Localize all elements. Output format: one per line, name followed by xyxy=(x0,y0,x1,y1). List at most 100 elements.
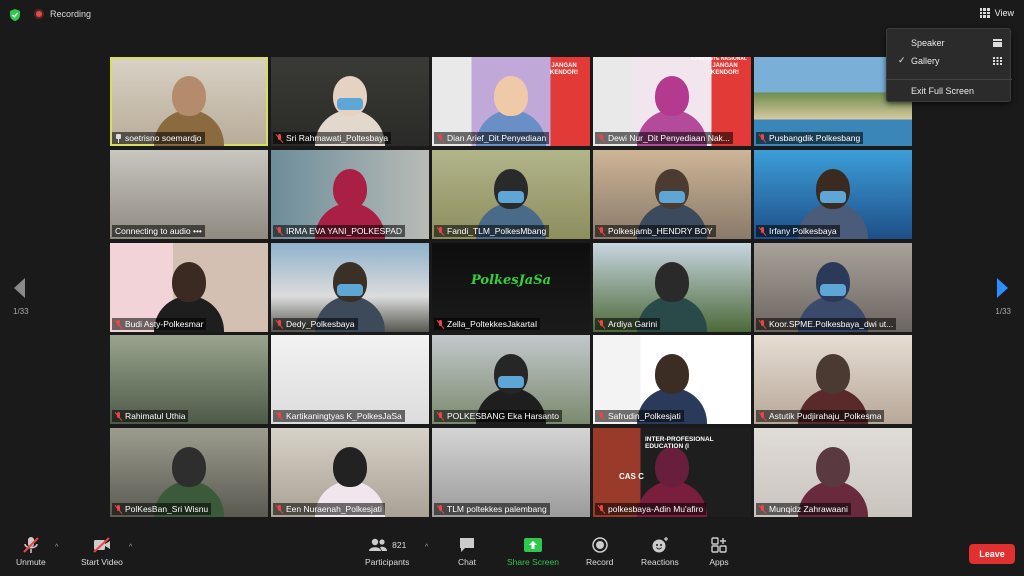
muted-microphone-icon xyxy=(276,319,283,329)
participant-tile[interactable]: Budi Asty-Polkesmar xyxy=(110,243,268,332)
participant-tile[interactable]: Kartikaningtyas K_PolkesJaSa xyxy=(271,335,429,424)
face-mask xyxy=(498,376,524,388)
participant-name-tag: Budi Asty-Polkesmar xyxy=(112,318,207,330)
menu-divider xyxy=(887,79,1012,80)
chat-button[interactable]: Chat xyxy=(457,536,477,567)
participant-tile[interactable]: INTER-PROFESIONAL EDUCATION (I CAS C polke… xyxy=(593,428,751,517)
reactions-button[interactable]: Reactions xyxy=(641,536,679,567)
muted-microphone-icon xyxy=(598,411,605,421)
participant-tile[interactable]: soetrisno soemardjo xyxy=(110,57,268,146)
participant-tile[interactable]: PolkesJaSa Zella_PoltekkesJakartaI xyxy=(432,243,590,332)
menu-item-gallery[interactable]: ✓ Gallery xyxy=(887,53,1012,69)
share-screen-button[interactable]: Share Screen xyxy=(507,536,559,567)
shield-icon[interactable] xyxy=(8,8,22,22)
apps-icon xyxy=(711,537,727,553)
participant-tile[interactable]: Safrudin_Polkesjati xyxy=(593,335,751,424)
ipe-slide-subtitle: CAS C xyxy=(619,472,644,481)
participant-tile[interactable]: Fandi_TLM_PolkesMbang xyxy=(432,150,590,239)
top-bar: Recording View xyxy=(0,0,1024,30)
share-screen-icon xyxy=(523,538,542,552)
participant-name-tag: Koor.SPME.Polkesbaya_dwi ut... xyxy=(756,318,897,330)
recording-label: Recording xyxy=(50,9,92,19)
ipe-slide-title: INTER-PROFESIONAL EDUCATION (I xyxy=(645,436,714,451)
menu-item-exit-full-screen[interactable]: Exit Full Screen xyxy=(887,83,1012,99)
muted-microphone-icon xyxy=(598,133,605,143)
unmute-label: Unmute xyxy=(16,557,46,567)
campaign-banner-text: JANGAN KENDOR! xyxy=(550,63,578,76)
participant-name: Pusbangdik Polkesbang xyxy=(769,133,861,143)
participant-tile[interactable]: Rahimatul Uthia xyxy=(110,335,268,424)
participant-tile[interactable]: Koor.SPME.Polkesbaya_dwi ut... xyxy=(754,243,912,332)
participant-name-tag: Safrudin_Polkesjati xyxy=(595,410,684,422)
video-gallery: soetrisno soemardjo Sri Rahmawati_Poltesb… xyxy=(110,57,913,517)
muted-microphone-icon xyxy=(598,319,605,329)
participant-name-tag: Dewi Nur_Dit Penyediaan Nak... xyxy=(595,132,733,144)
participant-tile[interactable]: Polkesjamb_HENDRY BOY xyxy=(593,150,751,239)
campaign-header-text: KAMPANYE NASIONAL xyxy=(691,57,747,62)
participant-name-tag: TLM poltekkes palembang xyxy=(434,503,550,515)
face-mask xyxy=(337,284,363,296)
participant-name: soetrisno soemardjo xyxy=(125,133,202,143)
campaign-banner-text: JANGAN KENDOR! xyxy=(711,63,739,76)
participant-name-tag: Zella_PoltekkesJakartaI xyxy=(434,318,541,330)
participant-tile[interactable]: Munqidz Zahrawaani xyxy=(754,428,912,517)
record-label: Record xyxy=(586,557,614,567)
muted-microphone-icon xyxy=(437,133,444,143)
participant-tile[interactable]: Astutik Pudjirahaju_Polkesma xyxy=(754,335,912,424)
recording-indicator[interactable]: Recording xyxy=(34,9,91,19)
participant-tile[interactable]: Een Nuraenah_Polkesjati xyxy=(271,428,429,517)
participant-tile[interactable]: Connecting to audio ••• xyxy=(110,150,268,239)
muted-microphone-icon xyxy=(598,504,605,514)
muted-microphone-icon xyxy=(276,133,283,143)
participant-name: Koor.SPME.Polkesbaya_dwi ut... xyxy=(769,319,894,329)
muted-microphone-icon xyxy=(115,411,122,421)
participant-name: Irfany Polkesbaya xyxy=(769,226,837,236)
participant-name: Dedy_Polkesbaya xyxy=(286,319,355,329)
participant-tile[interactable]: JANGAN KENDOR! Dian Arief_Dit.Penyediaan xyxy=(432,57,590,146)
start-video-button[interactable]: Start Video xyxy=(81,536,123,567)
apps-button[interactable]: Apps xyxy=(709,536,729,567)
previous-page-arrow-icon[interactable] xyxy=(12,277,28,299)
menu-item-label: Gallery xyxy=(911,56,940,66)
view-button[interactable]: View xyxy=(979,8,1014,18)
participant-name-tag: Connecting to audio ••• xyxy=(112,225,205,237)
participant-tile[interactable]: JANGAN KENDOR! KAMPANYE NASIONAL Dewi Nur_… xyxy=(593,57,751,146)
record-button[interactable]: Record xyxy=(586,536,613,567)
participant-tile[interactable]: PolKesBan_Sri Wisnu xyxy=(110,428,268,517)
participant-tile[interactable]: Sri Rahmawati_Poltesbaya xyxy=(271,57,429,146)
chat-label: Chat xyxy=(458,557,476,567)
face-mask xyxy=(337,98,363,110)
audio-options-caret-icon[interactable]: ^ xyxy=(55,544,58,551)
video-options-caret-icon[interactable]: ^ xyxy=(129,544,132,551)
participant-tile[interactable]: Dedy_Polkesbaya xyxy=(271,243,429,332)
participant-tile[interactable]: Ardiya Garini xyxy=(593,243,751,332)
participant-tile[interactable]: POLKESBANG Eka Harsanto xyxy=(432,335,590,424)
participants-options-caret-icon[interactable]: ^ xyxy=(425,544,428,551)
participant-tile[interactable]: IRMA EVA YANI_POLKESPAD xyxy=(271,150,429,239)
muted-microphone-icon xyxy=(23,537,39,553)
grid-icon xyxy=(979,8,990,18)
participant-name-tag: Rahimatul Uthia xyxy=(112,410,189,422)
record-dot-icon xyxy=(34,9,44,19)
leave-button[interactable]: Leave xyxy=(969,544,1015,564)
participant-name-tag: Munqidz Zahrawaani xyxy=(756,503,851,515)
participant-name-tag: Fandi_TLM_PolkesMbang xyxy=(434,225,550,237)
participant-tile[interactable]: Irfany Polkesbaya xyxy=(754,150,912,239)
muted-microphone-icon xyxy=(598,226,605,236)
unmute-button[interactable]: Unmute xyxy=(16,536,46,567)
face-mask xyxy=(659,191,685,203)
muted-microphone-icon xyxy=(276,504,283,514)
participant-name-tag: Sri Rahmawati_Poltesbaya xyxy=(273,132,392,144)
next-page-arrow-icon[interactable] xyxy=(994,277,1010,299)
menu-item-speaker[interactable]: Speaker xyxy=(887,35,1012,51)
participant-name: Zella_PoltekkesJakartaI xyxy=(447,319,538,329)
participants-button[interactable]: 821 Participants xyxy=(365,536,409,567)
muted-microphone-icon xyxy=(759,504,766,514)
gallery-grid-icon xyxy=(993,57,1002,65)
participant-name-tag: Polkesjamb_HENDRY BOY xyxy=(595,225,716,237)
participant-name: Safrudin_Polkesjati xyxy=(608,411,681,421)
participant-tile[interactable]: TLM poltekkes palembang xyxy=(432,428,590,517)
participant-name-tag: Een Nuraenah_Polkesjati xyxy=(273,503,385,515)
reactions-label: Reactions xyxy=(641,557,679,567)
participant-name: Budi Asty-Polkesmar xyxy=(125,319,204,329)
